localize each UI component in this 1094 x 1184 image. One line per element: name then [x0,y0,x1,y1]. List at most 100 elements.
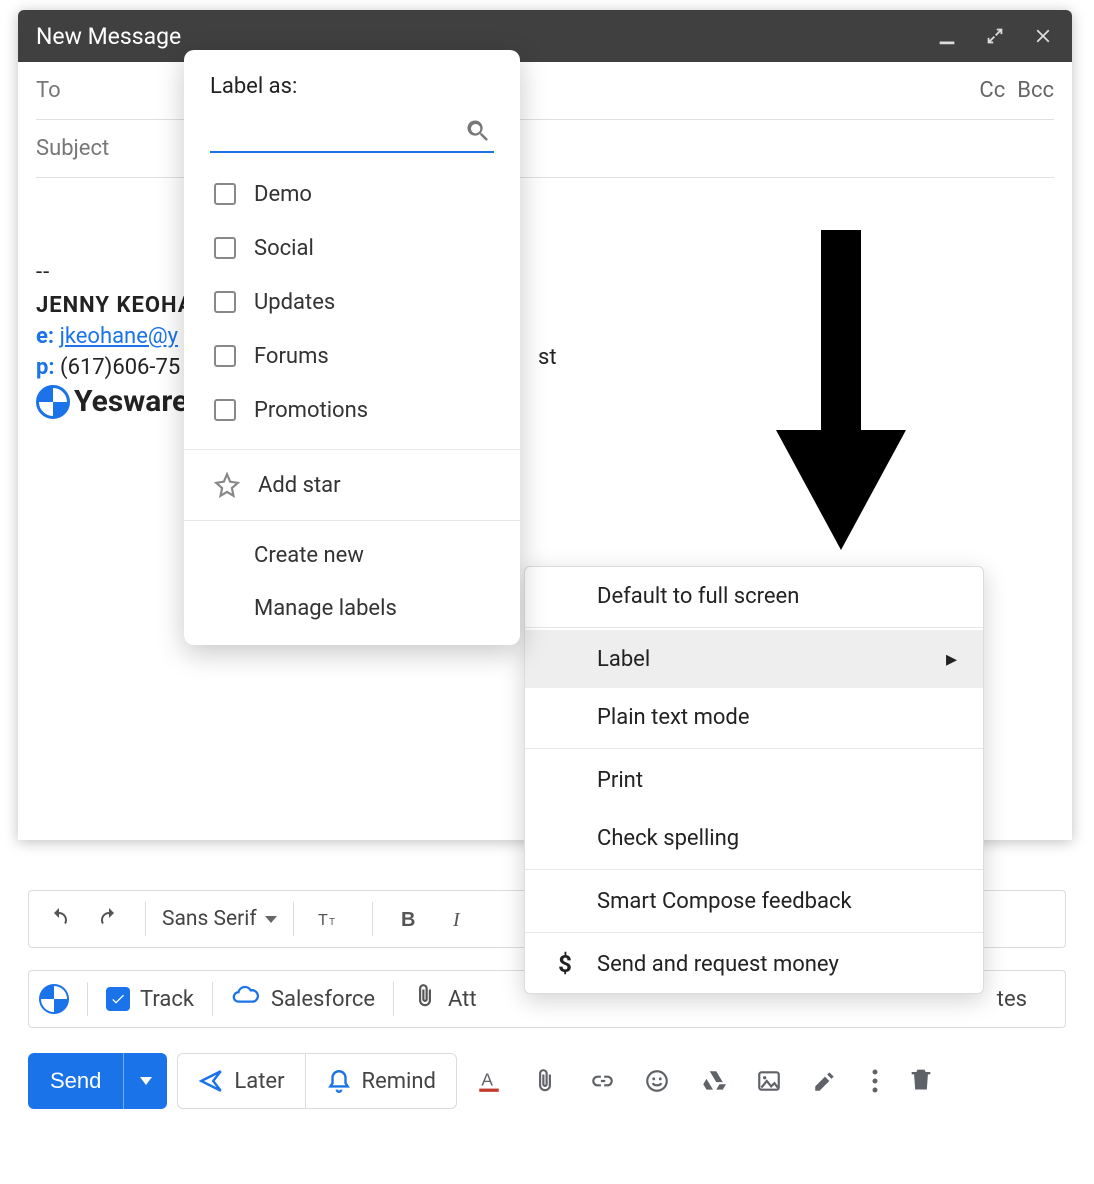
redo-button[interactable] [89,899,129,939]
menu-divider [525,748,983,749]
remind-label: Remind [362,1069,436,1094]
menu-label: Smart Compose feedback [597,889,852,914]
label-manage-labels[interactable]: Manage labels [184,582,520,635]
bold-button[interactable]: B [389,899,429,939]
signature-extra-fragment: st [538,345,557,370]
toolbar-divider [293,902,294,936]
insert-emoji-icon[interactable] [643,1067,671,1095]
menu-divider [184,449,520,450]
font-size-button[interactable]: TT [310,899,356,939]
svg-text:A: A [481,1069,493,1089]
toolbar-divider [372,902,373,936]
checkbox-icon [214,183,236,205]
bell-icon [326,1068,352,1094]
remind-button[interactable]: Remind [305,1054,456,1108]
label-option-updates[interactable]: Updates [184,275,520,329]
send-label: Send [28,1068,123,1094]
menu-label: Send and request money [597,952,839,977]
checkbox-icon [214,291,236,313]
send-row: Send Later Remind A [28,1050,1066,1112]
signature-email-value[interactable]: jkeohane@y [60,324,178,349]
menu-label: Default to full screen [597,584,799,609]
undo-button[interactable] [39,899,79,939]
yesware-brand-text: Yesware [74,384,188,419]
window-title: New Message [36,23,936,50]
attach-button[interactable]: Att [412,983,477,1015]
label-list: Demo Social Updates Forums Promotions [184,163,520,441]
checkbox-icon [214,399,236,421]
menu-label: Print [597,768,643,793]
menu-divider [525,627,983,628]
checkbox-checked-icon [106,987,130,1011]
attach-file-icon[interactable] [531,1067,559,1095]
track-toggle[interactable]: Track [106,987,194,1012]
to-label: To [36,78,61,103]
svg-text:T: T [318,912,328,929]
menu-item-label[interactable]: Label ▸ [525,630,983,688]
menu-label: Plain text mode [597,705,750,730]
label-text: Demo [254,182,312,207]
menu-label: Check spelling [597,826,739,851]
more-formatting-button[interactable] [1039,899,1055,939]
add-star-label: Add star [258,473,341,498]
menu-label: Label [597,647,650,672]
label-option-demo[interactable]: Demo [184,167,520,221]
insert-link-icon[interactable] [587,1067,615,1095]
yesware-icon[interactable] [39,984,69,1014]
label-text: Promotions [254,398,368,423]
search-icon [464,117,492,145]
label-search-input[interactable] [210,113,494,153]
chevron-down-icon [265,916,277,923]
subject-label: Subject [36,136,109,161]
label-text: Updates [254,290,335,315]
label-option-social[interactable]: Social [184,221,520,275]
more-options-menu: Default to full screen Label ▸ Plain tex… [524,566,984,994]
discard-draft-button[interactable] [907,1065,935,1097]
later-label: Later [234,1069,284,1094]
checkbox-icon [214,237,236,259]
dollar-icon: $ [551,950,579,978]
menu-divider [525,932,983,933]
label-add-star[interactable]: Add star [184,458,520,512]
send-split-button[interactable] [123,1053,167,1109]
label-text: Forums [254,344,329,369]
label-create-new[interactable]: Create new [184,529,520,582]
yesware-mark-icon [36,385,70,419]
close-icon[interactable] [1032,25,1054,47]
menu-item-send-request-money[interactable]: $ Send and request money [525,935,983,993]
label-submenu: Label as: Demo Social Updates Forums Pro… [184,50,520,645]
font-name: Sans Serif [162,907,257,931]
more-options-button[interactable] [861,1067,889,1095]
salesforce-label: Salesforce [271,987,375,1012]
compose-icon-strip: A [475,1067,839,1095]
label-option-forums[interactable]: Forums [184,329,520,383]
salesforce-button[interactable]: Salesforce [231,984,375,1014]
insert-photo-icon[interactable] [755,1067,783,1095]
menu-item-smart-compose-feedback[interactable]: Smart Compose feedback [525,872,983,930]
label-option-promotions[interactable]: Promotions [184,383,520,437]
annotation-arrow-icon [776,230,906,553]
svg-text:T: T [329,917,335,928]
insert-drive-icon[interactable] [699,1067,727,1095]
insert-signature-icon[interactable] [811,1067,839,1095]
checkbox-icon [214,345,236,367]
menu-item-check-spelling[interactable]: Check spelling [525,809,983,867]
signature-email-key: e: [36,324,54,349]
text-color-icon[interactable]: A [475,1067,503,1095]
templates-label-fragment[interactable]: tes [997,987,1027,1012]
bcc-button[interactable]: Bcc [1017,78,1054,103]
menu-item-print[interactable]: Print [525,751,983,809]
menu-divider [525,869,983,870]
menu-item-default-fullscreen[interactable]: Default to full screen [525,567,983,625]
later-button[interactable]: Later [178,1054,304,1108]
minimize-icon[interactable] [936,25,958,47]
yesware-more-button[interactable] [1039,979,1055,1019]
italic-button[interactable]: I [439,899,479,939]
track-label: Track [140,987,194,1012]
send-button[interactable]: Send [28,1053,123,1109]
toolbar-divider [145,902,146,936]
font-picker[interactable]: Sans Serif [162,907,277,931]
fullscreen-icon[interactable] [984,25,1006,47]
menu-item-plain-text[interactable]: Plain text mode [525,688,983,746]
cc-button[interactable]: Cc [979,78,1005,103]
